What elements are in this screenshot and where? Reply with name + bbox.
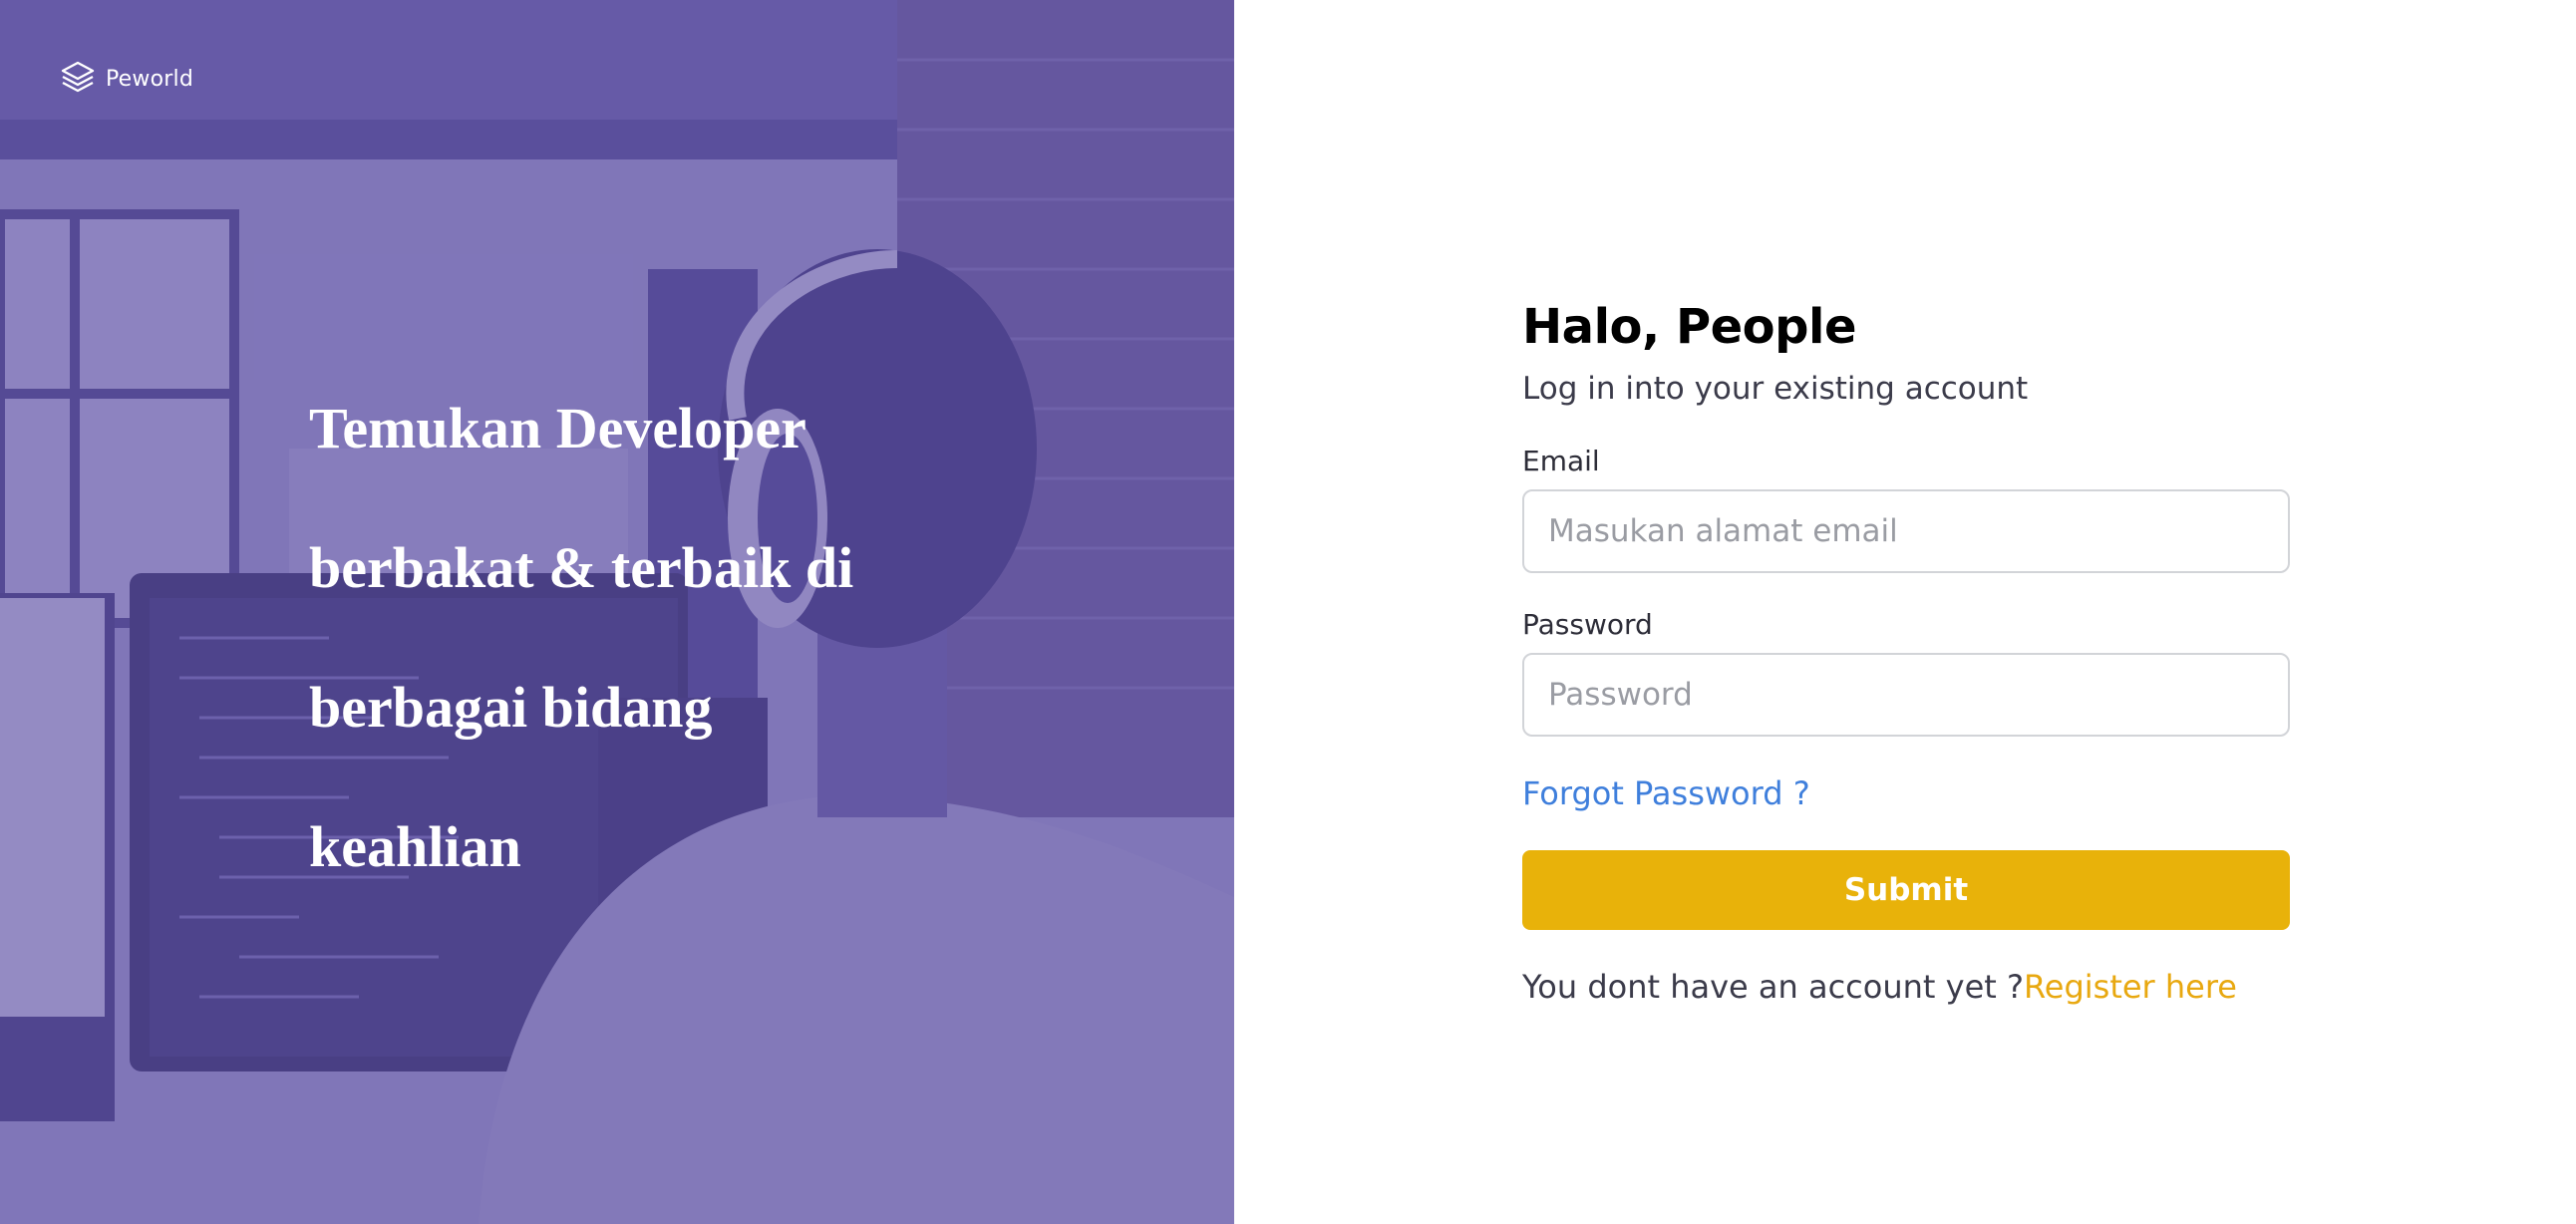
register-prompt-text: You dont have an account yet ?: [1522, 968, 2024, 1006]
brand-logo[interactable]: Peworld: [60, 60, 193, 99]
password-label: Password: [1522, 608, 1653, 641]
register-prompt: You dont have an account yet ?Register h…: [1522, 968, 2290, 1006]
register-link[interactable]: Register here: [2024, 968, 2237, 1006]
hero-headline: Temukan Developer berbakat & terbaik di …: [309, 359, 1007, 917]
hero-panel: Peworld Temukan Developer berbakat & ter…: [0, 0, 1234, 1224]
login-form: Halo, People Log in into your existing a…: [1522, 299, 2290, 1006]
password-field[interactable]: [1522, 653, 2290, 737]
forgot-password-link[interactable]: Forgot Password ?: [1522, 774, 1810, 812]
page-subtitle: Log in into your existing account: [1522, 371, 2029, 407]
brand-name: Peworld: [106, 67, 193, 92]
email-field[interactable]: [1522, 489, 2290, 573]
email-label: Email: [1522, 445, 1600, 477]
layers-icon: [60, 60, 96, 99]
hero-headline-line: berbakat & terbaik di: [309, 535, 854, 600]
hero-headline-line: keahlian: [309, 814, 521, 879]
submit-button[interactable]: Submit: [1522, 850, 2290, 930]
page-title: Halo, People: [1522, 299, 1857, 355]
hero-headline-line: berbagai bidang: [309, 675, 713, 740]
hero-headline-line: Temukan Developer: [309, 396, 806, 460]
